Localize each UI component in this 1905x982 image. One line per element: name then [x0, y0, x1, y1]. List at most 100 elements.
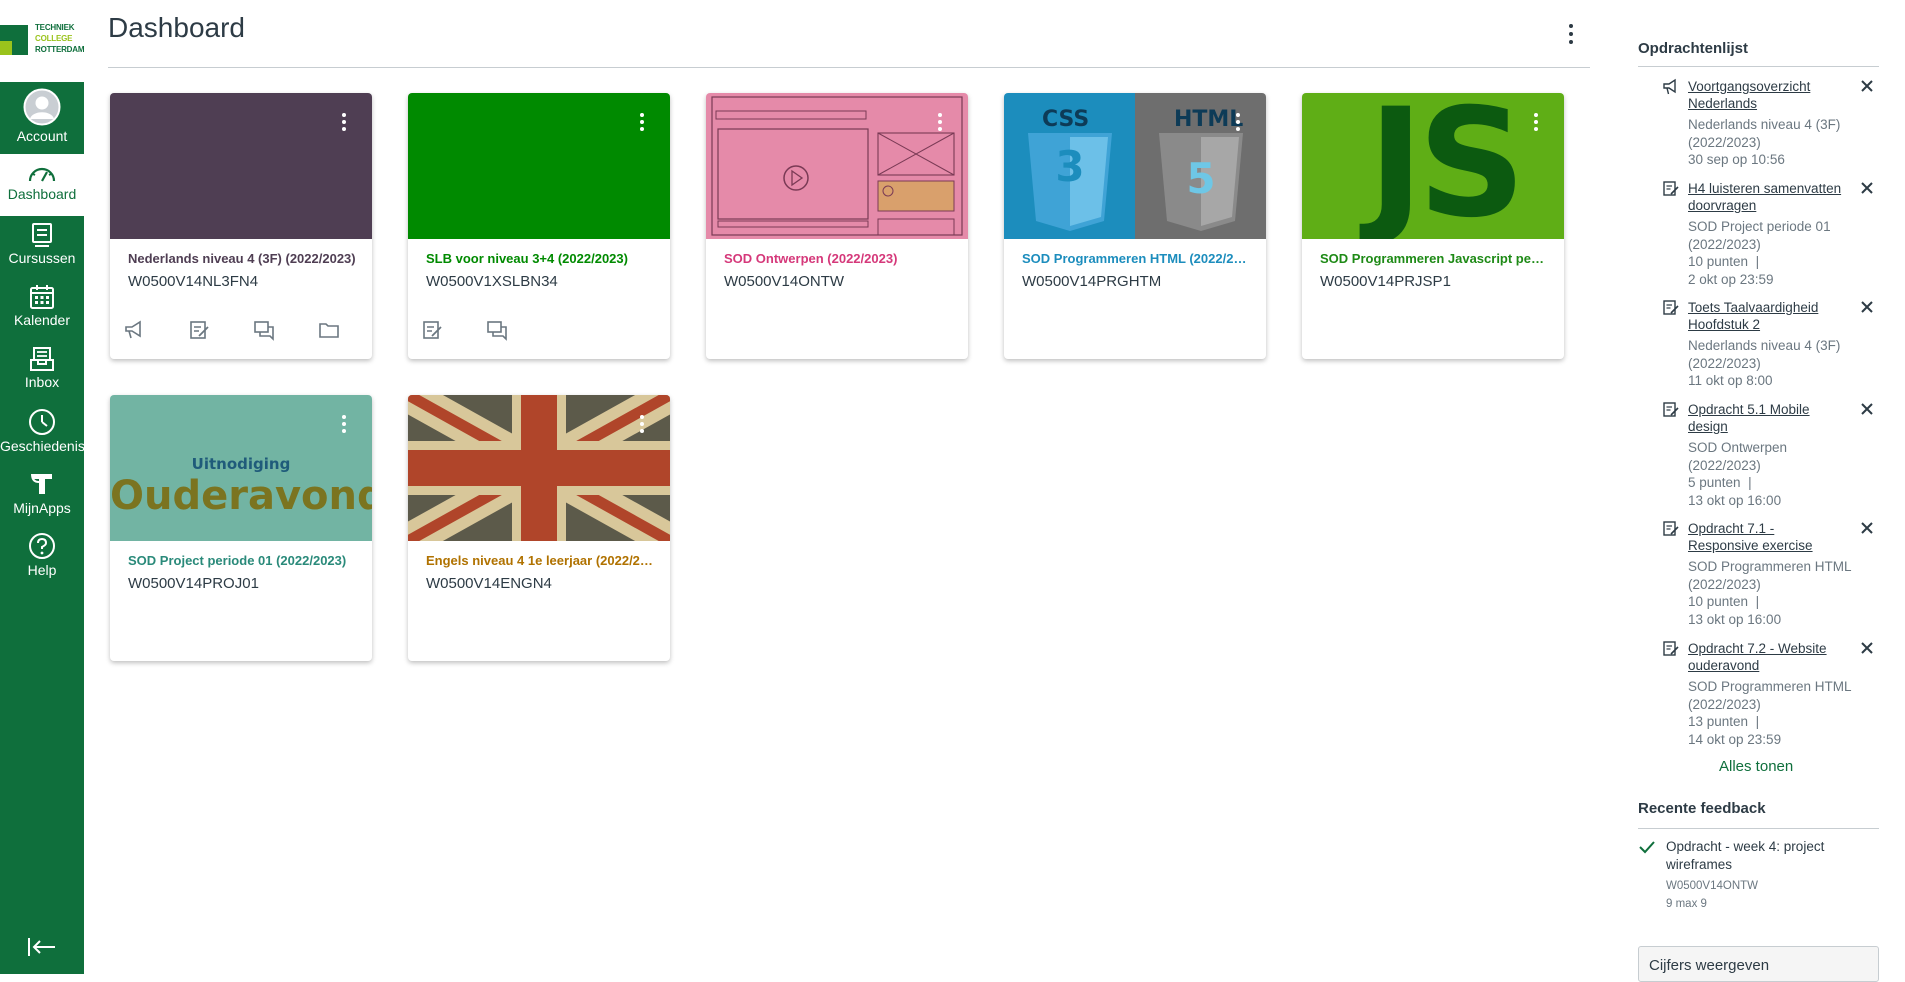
todo-item-due: 13 okt op 16:00	[1688, 493, 1782, 508]
todo-item-link[interactable]: Opdracht 5.1 Mobile design	[1688, 401, 1848, 435]
course-card-hero[interactable]	[408, 395, 670, 541]
assignments-icon[interactable]	[187, 319, 211, 341]
course-card-menu-icon[interactable]	[1530, 111, 1542, 137]
nav-item-label: Kalender	[13, 312, 71, 328]
dismiss-icon[interactable]	[1860, 180, 1874, 196]
todo-divider	[1638, 66, 1879, 67]
nav-item-inbox[interactable]: Inbox	[0, 346, 84, 402]
todo-item-course: Nederlands niveau 4 (3F) (2022/2023)	[1688, 338, 1841, 371]
view-grades-button[interactable]: Cijfers weergeven	[1638, 946, 1879, 982]
todo-item: H4 luisteren samenvatten doorvragen SOD …	[1662, 180, 1874, 292]
course-card[interactable]: SOD Ontwerpen (2022/2023) W0500V14ONTW	[706, 93, 968, 359]
nav-item-dashboard[interactable]: Dashboard	[0, 154, 84, 216]
todo-item-link[interactable]: H4 luisteren samenvatten doorvragen	[1688, 180, 1848, 214]
announcements-icon[interactable]	[122, 319, 146, 341]
school-logo[interactable]: TECHNIEK COLLEGE ROTTERDAM	[0, 0, 85, 82]
course-card-menu-icon[interactable]	[338, 111, 350, 137]
discussions-icon[interactable]	[485, 319, 509, 341]
course-card[interactable]: JS SOD Programmeren Javascript periode 0…	[1302, 93, 1564, 359]
page-title: Dashboard	[108, 12, 245, 43]
feedback-title[interactable]: Opdracht - week 4: project wireframes	[1666, 838, 1846, 874]
course-card-menu-icon[interactable]	[934, 111, 946, 137]
course-code: W0500V1XSLBN34	[426, 273, 558, 290]
show-all-link[interactable]: Alles tonen	[1719, 758, 1793, 775]
course-card[interactable]: SLB voor niveau 3+4 (2022/2023) W0500V1X…	[408, 93, 670, 359]
course-card-menu-icon[interactable]	[1232, 111, 1244, 137]
dismiss-icon[interactable]	[1860, 520, 1874, 536]
assignments-icon[interactable]	[420, 319, 444, 341]
course-card-hero[interactable]: JS	[1302, 93, 1564, 239]
todo-item-link[interactable]: Voortgangsoverzicht Nederlands	[1688, 78, 1848, 112]
todo-item: Opdracht 7.1 - Responsive exercise SOD P…	[1662, 520, 1874, 632]
dismiss-icon[interactable]	[1860, 78, 1874, 94]
hero-event-text: Ouderavond	[110, 473, 372, 519]
avatar-icon	[23, 88, 61, 126]
course-card-hero[interactable]	[110, 93, 372, 239]
course-card-hero[interactable]: Uitnodiging Ouderavond	[110, 395, 372, 541]
feedback-divider	[1638, 828, 1879, 829]
feedback-course-code: W0500V14ONTW	[1666, 880, 1759, 892]
course-card-hero[interactable]	[408, 93, 670, 239]
js-logo-text: JS	[1368, 93, 1526, 239]
todo-item: Toets Taalvaardigheid Hoofdstuk 2 Nederl…	[1662, 299, 1874, 391]
course-title[interactable]: Nederlands niveau 4 (3F) (2022/2023)	[128, 251, 356, 266]
dashboard-icon	[28, 167, 56, 182]
dismiss-icon[interactable]	[1860, 299, 1874, 315]
course-title[interactable]: SOD Project periode 01 (2022/2023)	[128, 553, 356, 568]
dismiss-icon[interactable]	[1860, 640, 1874, 656]
nav-item-courses[interactable]: Cursussen	[0, 222, 84, 278]
css-number-glyph: 3	[1055, 142, 1084, 191]
inbox-icon	[30, 347, 54, 371]
course-card[interactable]: Uitnodiging Ouderavond SOD Project perio…	[110, 395, 372, 661]
collapse-nav-icon[interactable]	[26, 935, 58, 959]
course-title[interactable]: SLB voor niveau 3+4 (2022/2023)	[426, 251, 654, 266]
course-title[interactable]: Engels niveau 4 1e leerjaar (2022/2023)	[426, 553, 654, 568]
assignment-icon	[1663, 181, 1679, 196]
course-card-menu-icon[interactable]	[636, 111, 648, 137]
course-code: W0500V14PRGHTM	[1022, 273, 1162, 290]
assignment-icon	[1663, 521, 1679, 536]
discussions-icon[interactable]	[252, 319, 276, 341]
course-title[interactable]: SOD Programmeren Javascript periode 01 (…	[1320, 251, 1548, 266]
todo-item-due: 2 okt op 23:59	[1688, 272, 1774, 287]
todo-item: Voortgangsoverzicht Nederlands Nederland…	[1662, 78, 1874, 170]
points-value: 10 punten	[1688, 254, 1749, 269]
calendar-icon	[30, 285, 54, 309]
nav-item-account[interactable]: Account	[0, 88, 84, 150]
course-card[interactable]: Engels niveau 4 1e leerjaar (2022/2023) …	[408, 395, 670, 661]
clock-icon	[29, 409, 55, 435]
course-card[interactable]: Nederlands niveau 4 (3F) (2022/2023) W05…	[110, 93, 372, 359]
nav-item-label: Dashboard	[7, 186, 77, 202]
todo-item-points: 10 punten |	[1688, 254, 1760, 269]
todo-item-due: 11 okt op 8:00	[1688, 373, 1773, 388]
course-title[interactable]: SOD Programmeren HTML (2022/2023)	[1022, 251, 1250, 266]
logo-block	[0, 25, 12, 41]
todo-item-link[interactable]: Opdracht 7.2 - Website ouderavond	[1688, 640, 1848, 674]
todo-item-link[interactable]: Opdracht 7.1 - Responsive exercise	[1688, 520, 1848, 554]
nav-item-apps[interactable]: MijnApps	[0, 470, 84, 526]
nav-item-label: Help	[27, 562, 57, 578]
course-code: W0500V14ENGN4	[426, 575, 552, 592]
dismiss-icon[interactable]	[1860, 401, 1874, 417]
course-card-hero[interactable]: 3 5 CSS HTML	[1004, 93, 1266, 239]
nav-item-history[interactable]: Geschiedenis	[0, 408, 85, 464]
course-card-menu-icon[interactable]	[338, 413, 350, 439]
todo-item-points: 10 punten |	[1688, 594, 1760, 609]
todo-item-link[interactable]: Toets Taalvaardigheid Hoofdstuk 2	[1688, 299, 1848, 333]
nav-item-label: Cursussen	[8, 250, 76, 266]
logo-text: COLLEGE	[35, 34, 73, 43]
assignment-icon	[1663, 300, 1679, 315]
files-icon[interactable]	[317, 319, 341, 341]
todo-item-due: 30 sep op 10:56	[1688, 152, 1785, 167]
course-card-menu-icon[interactable]	[636, 413, 648, 439]
course-card-actions	[420, 319, 509, 341]
course-card-hero[interactable]	[706, 93, 968, 239]
course-card[interactable]: 3 5 CSS HTML SOD Programmeren HTML (2022…	[1004, 93, 1266, 359]
nav-item-calendar[interactable]: Kalender	[0, 284, 84, 340]
points-value: 13 punten	[1688, 714, 1749, 729]
nav-item-help[interactable]: Help	[0, 532, 84, 588]
logo-text: TECHNIEK	[35, 23, 75, 32]
dashboard-options-icon[interactable]	[1561, 22, 1581, 46]
todo-item-points: 13 punten |	[1688, 714, 1760, 729]
course-title[interactable]: SOD Ontwerpen (2022/2023)	[724, 251, 952, 266]
